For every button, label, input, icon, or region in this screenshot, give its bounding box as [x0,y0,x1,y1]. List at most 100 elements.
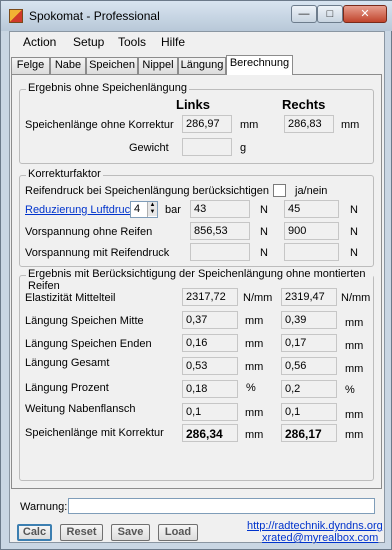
row-label: Längung Prozent [25,382,109,394]
title-bar: Spokomat - Professional — □ ✕ [1,1,392,31]
main-window: Spokomat - Professional — □ ✕ Action Set… [0,0,392,550]
tab-felge[interactable]: Felge [11,57,50,74]
group-title: Ergebnis ohne Speichenlängung [26,82,190,94]
value-left: 43 [190,200,250,218]
unit: N [350,247,358,259]
value-right: 2319,47 [281,288,337,306]
value-right: 286,83 [284,115,334,133]
menu-setup[interactable]: Setup [73,35,104,49]
unit: mm [245,338,264,350]
unit: mm [245,429,264,441]
value-right: 0,56 [281,357,337,375]
unit: mm [245,315,264,327]
column-header-links: Links [176,97,210,112]
unit: mm [345,340,364,352]
value-left: 0,18 [182,380,238,398]
row-label: Längung Gesamt [25,357,110,369]
row-label: Weitung Nabenflansch [25,403,136,415]
email-link[interactable]: xrated@myrealbox.com [262,532,378,544]
value-right: 900 [284,222,339,240]
unit: N [350,226,358,238]
tire-pressure-checkbox[interactable] [273,184,286,197]
unit: mm [245,361,264,373]
unit: g [240,142,247,154]
unit: N [350,204,358,216]
menu-bar: Action Setup Tools Hilfe [10,32,384,52]
value-right: 0,1 [281,403,337,421]
reset-button[interactable]: Reset [60,524,103,541]
close-button[interactable]: ✕ [343,5,387,23]
unit: mm [345,429,364,441]
tab-nippel[interactable]: Nippel [138,57,178,74]
website-link[interactable]: http://radtechnik.dyndns.org [247,520,383,532]
window-title: Spokomat - Professional [29,9,160,23]
value-left: 0,1 [182,403,238,421]
value-left: 856,53 [190,222,250,240]
row-label: Längung Speichen Mitte [25,315,144,327]
tab-strip: Felge Nabe Speichen Nippel Längung Berec… [10,55,384,75]
pressure-stepper[interactable]: 4 ▲ ▼ [130,201,158,218]
value-right: 286,17 [281,424,337,442]
tab-speichen[interactable]: Speichen [86,57,138,74]
row-label: Gewicht [129,142,169,154]
group-ohne-speichenlaengung: Ergebnis ohne Speichenlängung Links Rech… [19,82,374,164]
value-left: 0,37 [182,311,238,329]
unit: % [345,384,355,396]
tab-nabe[interactable]: Nabe [50,57,86,74]
unit: N/mm [243,292,273,304]
chevron-down-icon[interactable]: ▼ [148,209,157,216]
value-left: 2317,72 [182,288,238,306]
value-right: 45 [284,200,339,218]
row-label: Elastizität Mittelteil [25,292,116,304]
minimize-button[interactable]: — [291,5,317,23]
value-left: 286,34 [182,424,238,442]
value-right: 0,2 [281,380,337,398]
row-label: Vorspannung mit Reifendruck [25,247,170,259]
group-title: Korrekturfaktor [26,168,103,180]
maximize-button[interactable]: □ [317,5,343,23]
unit: mm [245,407,264,419]
row-label: Längung Speichen Enden [25,338,152,350]
load-button[interactable]: Load [158,524,198,541]
value-right [284,243,339,261]
menu-hilfe[interactable]: Hilfe [161,35,185,49]
warning-label: Warnung: [20,501,68,513]
app-icon [9,9,23,23]
warning-field[interactable] [68,498,375,514]
checkbox-label: ja/nein [295,185,328,197]
reduction-link[interactable]: Reduzierung Luftdruck [25,204,136,216]
unit: mm [345,317,364,329]
unit: mm [341,119,360,131]
berechnung-page: Ergebnis ohne Speichenlängung Links Rech… [11,74,382,489]
menu-tools[interactable]: Tools [118,35,146,49]
unit: mm [345,363,364,375]
unit: mm [345,409,364,421]
row-label: Reifendruck bei Speichenlängung berücksi… [25,185,269,197]
unit: N [260,204,268,216]
row-label: Vorspannung ohne Reifen [25,226,153,238]
calc-button[interactable]: Calc [17,524,52,541]
value-left: 0,53 [182,357,238,375]
row-label: Speichenlänge ohne Korrektur [25,119,174,131]
tab-berechnung[interactable]: Berechnung [226,55,293,75]
value-right: 0,17 [281,334,337,352]
save-button[interactable]: Save [111,524,150,541]
value-left: 286,97 [182,115,232,133]
unit: N [260,226,268,238]
unit: mm [240,119,259,131]
value-left [190,243,250,261]
menu-action[interactable]: Action [23,35,56,49]
stepper-value: 4 [134,203,141,215]
unit: N/mm [341,292,371,304]
unit: N [260,247,268,259]
chevron-up-icon[interactable]: ▲ [148,202,157,209]
value-left: 0,16 [182,334,238,352]
group-mit-speichenlaengung: Ergebnis mit Berücksichtigung der Speich… [19,268,374,481]
row-label: Speichenlänge mit Korrektur [25,427,164,439]
unit: bar [165,204,181,216]
client-area: Action Setup Tools Hilfe Felge Nabe Spei… [9,31,385,544]
group-korrekturfaktor: Korrekturfaktor Reifendruck bei Speichen… [19,168,374,267]
value-weight [182,138,232,156]
tab-laengung[interactable]: Längung [178,57,226,74]
value-right: 0,39 [281,311,337,329]
